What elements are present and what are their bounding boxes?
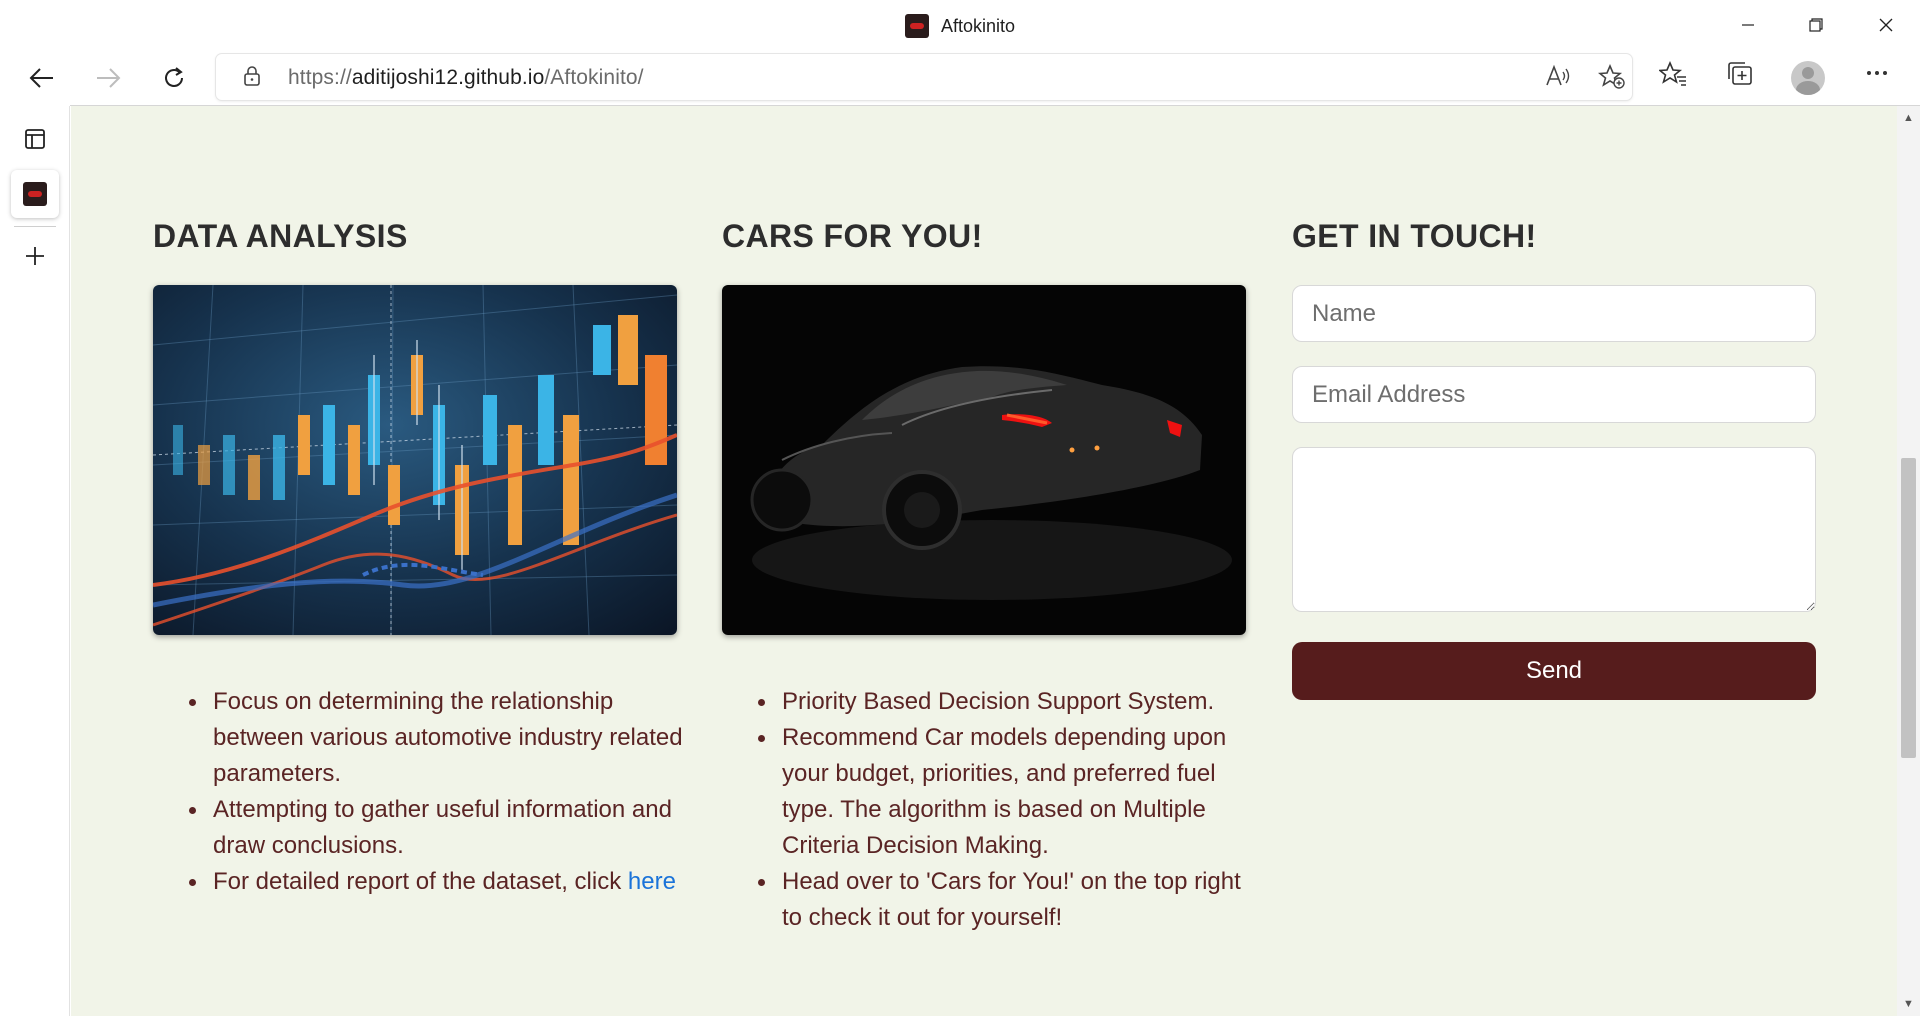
message-field[interactable] (1292, 447, 1816, 612)
data-analysis-title: DATA ANALYSIS (153, 218, 408, 254)
cars-for-you-title: CARS FOR YOU! (722, 218, 983, 254)
forward-icon[interactable] (86, 58, 130, 98)
site-favicon-icon (23, 182, 47, 206)
close-icon[interactable] (1852, 0, 1920, 50)
title-bar: Aftokinito (0, 0, 1920, 50)
browser-toolbar: https://aditijoshi12.github.io/Aftokinit… (0, 50, 1920, 106)
data-analysis-list: Focus on determining the relationship be… (188, 684, 688, 900)
more-icon[interactable] (1859, 61, 1895, 95)
list-item: Priority Based Decision Support System. (757, 684, 1257, 720)
window-title-text: Aftokinito (940, 16, 1016, 36)
address-bar[interactable]: https://aditijoshi12.github.io/Aftokinit… (216, 54, 1632, 100)
site-tab-favicon[interactable] (11, 170, 59, 218)
favorites-icon[interactable] (1655, 60, 1691, 95)
email-field[interactable] (1292, 366, 1816, 423)
add-favorite-icon[interactable] (1597, 63, 1627, 92)
list-item: Attempting to gather useful information … (188, 792, 688, 864)
site-favicon-icon (904, 14, 929, 38)
back-icon[interactable] (20, 58, 64, 98)
scroll-thumb[interactable] (1901, 458, 1916, 758)
minimize-icon[interactable] (1714, 0, 1782, 50)
name-field[interactable] (1292, 285, 1816, 342)
page-scrollbar[interactable]: ▲ ▼ (1897, 106, 1920, 1016)
cars-for-you-list: Priority Based Decision Support System. … (757, 684, 1257, 936)
window-title: Aftokinito (0, 14, 1920, 38)
refresh-icon[interactable] (152, 58, 196, 98)
data-analysis-image (153, 285, 677, 635)
report-link[interactable]: here (628, 868, 676, 895)
report-text: For detailed report of the dataset, clic… (213, 868, 628, 895)
list-item: Focus on determining the relationship be… (188, 684, 688, 792)
list-item: Head over to 'Cars for You!' on the top … (757, 864, 1257, 936)
profile-icon[interactable] (1791, 61, 1825, 95)
url-text[interactable]: https://aditijoshi12.github.io/Aftokinit… (288, 66, 644, 90)
vertical-tabs-sidebar (0, 106, 70, 1016)
list-item: Recommend Car models depending upon your… (757, 720, 1257, 864)
sports-car-image (722, 285, 1246, 635)
lock-icon[interactable] (244, 66, 260, 86)
scroll-down-icon[interactable]: ▼ (1901, 998, 1916, 1010)
page-content: DATA ANALYSIS Focus on determining the r… (71, 106, 1897, 1016)
sidebar-divider (14, 226, 56, 227)
scroll-up-icon[interactable]: ▲ (1901, 112, 1916, 124)
list-item: For detailed report of the dataset, clic… (188, 864, 688, 900)
send-button[interactable]: Send (1292, 642, 1816, 700)
tab-actions-icon[interactable] (11, 115, 59, 163)
restore-icon[interactable] (1782, 0, 1850, 50)
collections-icon[interactable] (1722, 61, 1758, 95)
new-tab-icon[interactable] (11, 232, 59, 280)
get-in-touch-title: GET IN TOUCH! (1292, 218, 1537, 254)
read-aloud-icon[interactable] (1543, 64, 1573, 92)
